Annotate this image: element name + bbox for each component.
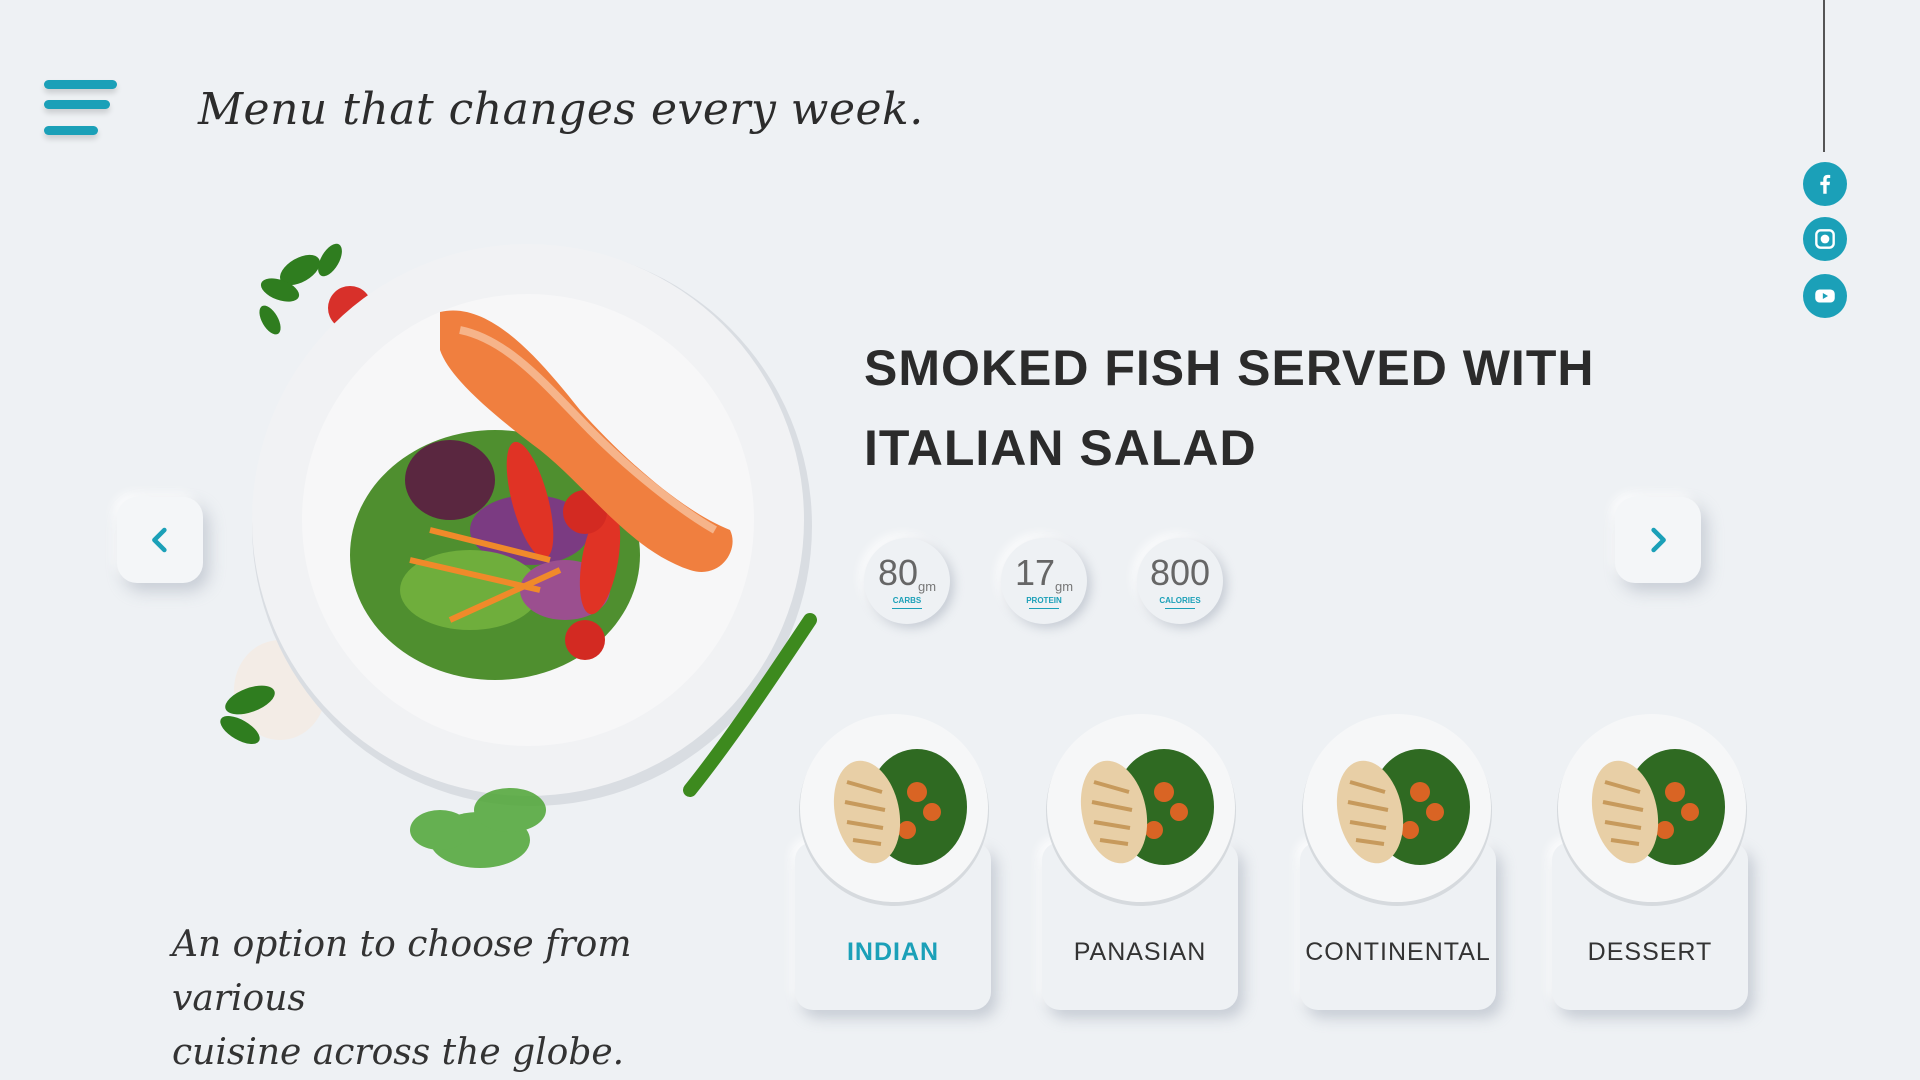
- social-divider: [1823, 0, 1825, 152]
- parsley-garnish: [259, 243, 342, 335]
- description-line: An option to choose from various: [172, 924, 632, 1019]
- next-dish-button[interactable]: [1615, 497, 1701, 583]
- hero-dish-image: [210, 230, 830, 890]
- cuisine-dish-image[interactable]: [1300, 712, 1494, 906]
- nutrition-label: CARBS: [864, 596, 950, 609]
- dish-title-line: SMOKED FISH SERVED WITH: [864, 340, 1595, 396]
- cuisine-description: An option to choose from various cuisine…: [172, 918, 772, 1080]
- youtube-icon[interactable]: [1803, 274, 1847, 318]
- cuisine-label: PANASIAN: [1073, 938, 1207, 966]
- cuisine-dish-image[interactable]: [1044, 712, 1238, 906]
- cuisine-dish-image[interactable]: [1555, 712, 1749, 906]
- nutrition-value: 800: [1149, 552, 1211, 593]
- nutrition-badge-carbs: 80gm CARBS: [864, 538, 950, 624]
- dish-title-line: ITALIAN SALAD: [864, 420, 1257, 476]
- cuisine-dish-image[interactable]: [797, 712, 991, 906]
- chevron-right-icon: [1651, 527, 1666, 553]
- previous-dish-button[interactable]: [117, 497, 203, 583]
- nutrition-value: 17gm: [1014, 552, 1074, 594]
- chevron-left-icon: [152, 527, 167, 553]
- cuisine-label: DESSERT: [1587, 938, 1713, 966]
- instagram-icon[interactable]: [1803, 217, 1847, 261]
- menu-hamburger-icon[interactable]: [44, 80, 120, 142]
- facebook-icon[interactable]: [1803, 162, 1847, 206]
- menu-line: [44, 80, 117, 89]
- menu-line: [44, 100, 110, 109]
- dish-title: SMOKED FISH SERVED WITH ITALIAN SALAD: [864, 328, 1624, 488]
- nutrition-label: PROTEIN: [1001, 596, 1087, 609]
- nutrition-badge-calories: 800 CALORIES: [1137, 538, 1223, 624]
- menu-line: [44, 126, 98, 135]
- description-line: cuisine across the globe.: [172, 1032, 625, 1073]
- nutrition-label: CALORIES: [1137, 596, 1223, 609]
- cuisine-label: CONTINENTAL: [1305, 938, 1491, 966]
- nutrition-badge-protein: 17gm PROTEIN: [1001, 538, 1087, 624]
- page-tagline: Menu that changes every week.: [198, 84, 924, 135]
- nutrition-value: 80gm: [877, 552, 937, 594]
- cuisine-label: INDIAN: [846, 938, 940, 966]
